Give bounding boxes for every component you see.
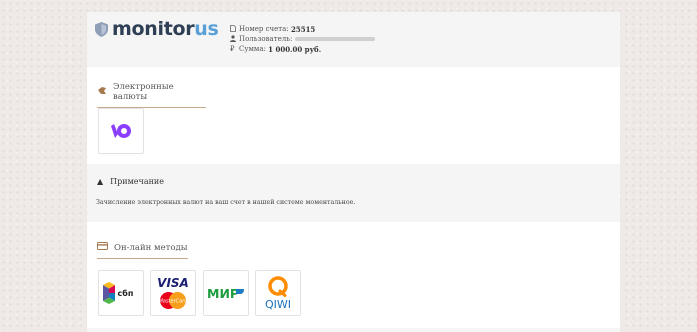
ruble-icon: ₽ — [230, 45, 235, 53]
payment-method-sbp[interactable]: сбп — [98, 270, 144, 316]
credit-card-icon — [97, 242, 108, 253]
warning-icon: ▲ — [97, 177, 104, 186]
bottom-divider — [87, 328, 620, 332]
payment-method-visa-mastercard[interactable]: VISA MasterCard — [150, 270, 196, 316]
document-icon — [230, 24, 239, 34]
note-section: ▲ Примечание Зачисление электронных валю… — [87, 164, 620, 222]
logo-text-part1: monitor — [112, 18, 195, 40]
user-row: Пользователь: — [230, 34, 376, 44]
payment-panel: monitorus Номер счета: 25515 Пользовател… — [87, 12, 620, 332]
payment-method-mir[interactable]: МИР — [203, 270, 249, 316]
amount-row: ₽ Сумма: 1 000.00 руб. — [230, 44, 375, 54]
payment-method-yoomoney[interactable] — [98, 108, 144, 154]
sbp-icon: сбп — [103, 282, 134, 304]
note-text: Зачисление электронных валют на ваш счет… — [96, 199, 356, 206]
account-number-label: Номер счета: — [239, 25, 289, 33]
mir-text: МИР — [207, 286, 239, 301]
note-title-label: Примечание — [110, 177, 164, 186]
qiwi-text: QIWI — [265, 298, 291, 311]
online-section-title: Он-лайн методы — [97, 242, 188, 259]
logo-text-part2: us — [194, 18, 219, 40]
sbp-text: сбп — [118, 288, 134, 298]
mir-icon: МИР — [207, 286, 244, 301]
amount-label: Сумма: — [239, 45, 266, 53]
note-title: ▲ Примечание — [97, 177, 164, 186]
qiwi-icon: QIWI — [265, 276, 291, 311]
online-section-label: Он-лайн методы — [114, 242, 188, 253]
user-value-redacted — [295, 37, 376, 41]
account-number-value: 25515 — [290, 24, 316, 34]
visa-text: VISA — [157, 276, 189, 290]
header: monitorus Номер счета: 25515 Пользовател… — [87, 12, 620, 67]
user-icon — [230, 34, 239, 44]
amount-value: 1 000.00 руб. — [268, 44, 322, 54]
brand-logo: monitorus — [95, 18, 219, 40]
crypto-icon — [97, 86, 107, 98]
crypto-section-title: Электронные валюты — [97, 82, 206, 108]
account-info: Номер счета: 25515 Пользователь: ₽ Сумма… — [230, 24, 376, 54]
yoomoney-icon — [111, 124, 131, 138]
mastercard-text: MasterCard — [159, 299, 189, 305]
payment-method-qiwi[interactable]: QIWI — [255, 270, 301, 316]
user-label: Пользователь: — [239, 35, 293, 43]
visa-mastercard-icon: VISA MasterCard — [157, 276, 189, 309]
account-number-row: Номер счета: 25515 — [230, 24, 375, 34]
crypto-section-label: Электронные валюты — [113, 82, 174, 102]
logo-text: monitorus — [112, 18, 219, 40]
shield-icon — [95, 21, 108, 37]
